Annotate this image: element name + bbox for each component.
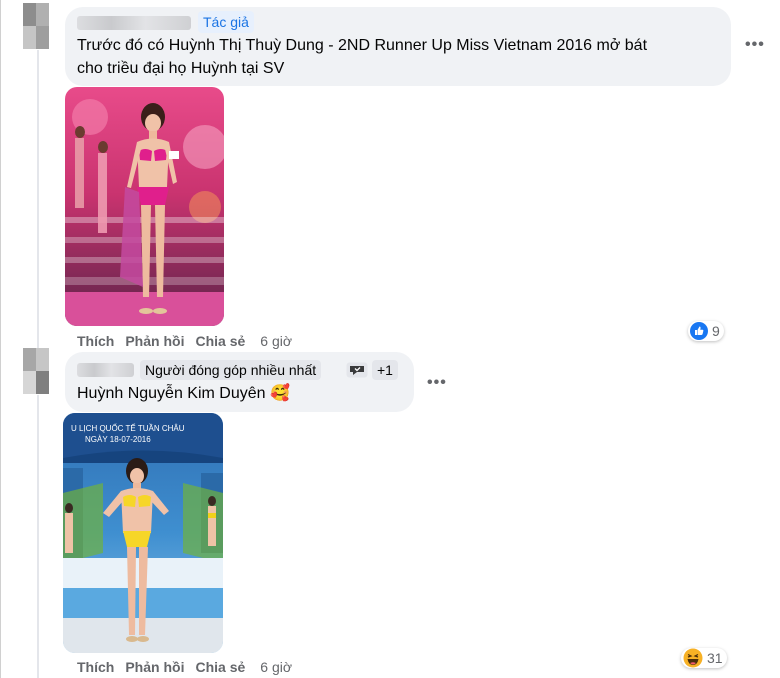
reply-link[interactable]: Phản hồi <box>125 333 184 349</box>
haha-reaction-icon <box>683 648 703 668</box>
comment-photo[interactable]: U LỊCH QUỐC TẾ TUẦN CHÂU NGÀY 18-07-2016 <box>63 413 223 653</box>
more-options-icon[interactable]: ••• <box>745 36 765 54</box>
smiling-hearts-emoji-icon: 🥰 <box>270 385 290 402</box>
like-link[interactable]: Thích <box>77 659 114 675</box>
comment-actions: Thích Phản hồi Chia sẻ 6 giờ <box>77 333 303 349</box>
comment-text-line: cho triều đại họ Huỳnh tại SV <box>77 60 285 77</box>
reaction-summary[interactable]: 9 <box>688 321 724 341</box>
avatar[interactable] <box>23 3 49 49</box>
reaction-summary[interactable]: 31 <box>681 648 727 668</box>
comment-photo[interactable] <box>65 87 224 326</box>
timestamp[interactable]: 6 giờ <box>260 333 292 349</box>
pageant-photo-yellow: U LỊCH QUỐC TẾ TUẦN CHÂU NGÀY 18-07-2016 <box>63 413 223 653</box>
comment-actions: Thích Phản hồi Chia sẻ 6 giờ <box>77 659 303 675</box>
like-link[interactable]: Thích <box>77 333 114 349</box>
like-reaction-icon <box>690 322 708 340</box>
extra-badges-count[interactable]: +1 <box>372 360 398 380</box>
sign-line-1: U LỊCH QUỐC TẾ TUẦN CHÂU <box>71 423 185 433</box>
avatar[interactable] <box>23 348 49 394</box>
top-fan-badge: Người đóng góp nhiều nhất <box>140 360 322 380</box>
comment-text: Huỳnh Nguyễn Kim Duyên 🥰 <box>77 383 290 405</box>
comment-text-line: Trước đó có Huỳnh Thị Thuỳ Dung - 2ND Ru… <box>77 37 648 54</box>
share-link[interactable]: Chia sẻ <box>195 333 245 349</box>
author-badge: Tác giả <box>198 11 254 33</box>
author-name-redacted[interactable] <box>77 363 134 377</box>
author-name-redacted[interactable] <box>77 16 191 30</box>
window-edge <box>0 0 1 678</box>
more-options-icon[interactable]: ••• <box>427 374 447 392</box>
reaction-count: 31 <box>707 650 723 666</box>
share-link[interactable]: Chia sẻ <box>195 659 245 675</box>
sign-line-2: NGÀY 18-07-2016 <box>85 435 151 444</box>
thread-line <box>37 50 39 350</box>
reaction-count: 9 <box>712 323 720 339</box>
pageant-photo-pink <box>65 87 224 326</box>
timestamp[interactable]: 6 giờ <box>260 659 292 675</box>
chat-badge-icon <box>346 362 368 383</box>
comment-text-body: Huỳnh Nguyễn Kim Duyên <box>77 385 266 402</box>
reply-link[interactable]: Phản hồi <box>125 659 184 675</box>
thread-line <box>37 395 39 678</box>
